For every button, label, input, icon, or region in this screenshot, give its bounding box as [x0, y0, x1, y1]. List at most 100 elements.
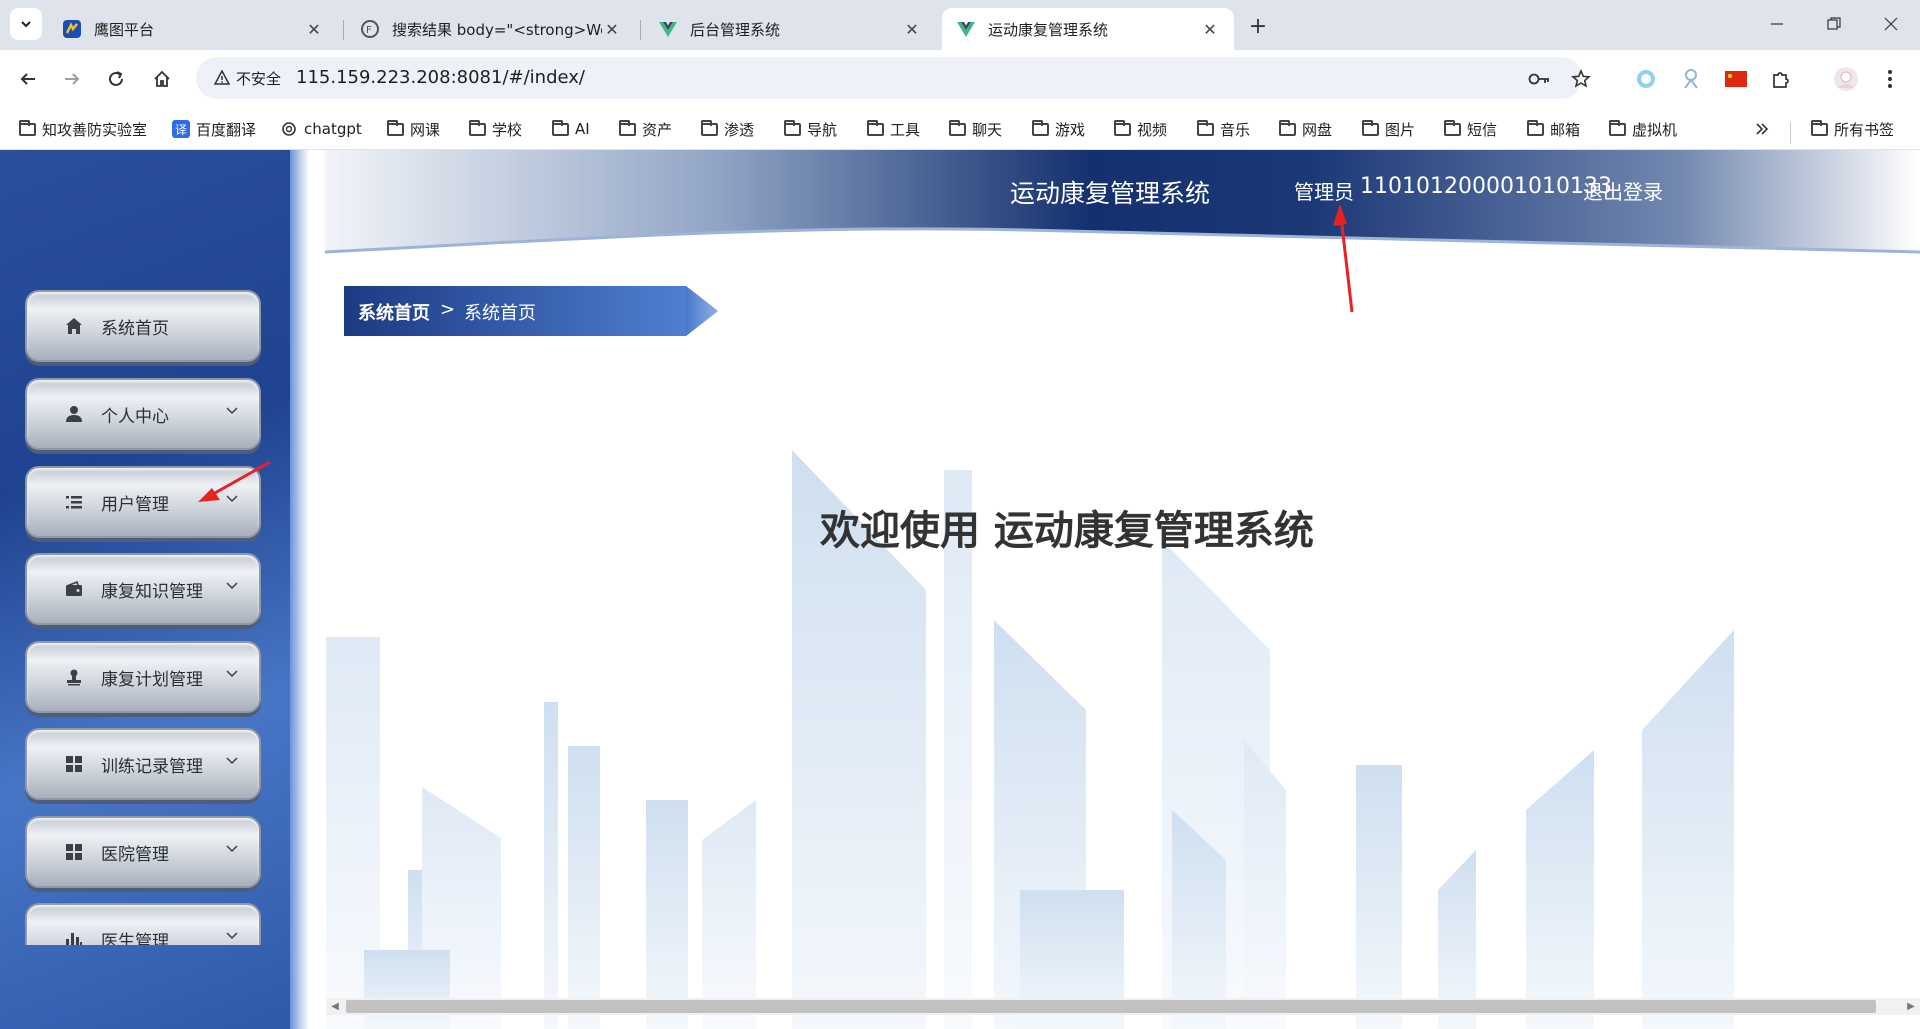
- vue-icon: [658, 19, 678, 39]
- menu-item-doctor-management[interactable]: 医生管理: [25, 903, 261, 945]
- chevron-down-icon: [226, 407, 238, 415]
- bookmark-label: 视频: [1137, 120, 1168, 139]
- bookmark-label: 百度翻译: [196, 120, 257, 139]
- site-info-button[interactable]: 不安全: [206, 63, 289, 93]
- folder-icon: [948, 119, 966, 138]
- more-menu-icon[interactable]: [1876, 65, 1904, 93]
- close-icon[interactable]: ✕: [602, 19, 622, 39]
- folder-icon: [18, 119, 36, 138]
- close-icon[interactable]: ✕: [902, 19, 922, 39]
- menu-item-personal-center[interactable]: 个人中心: [25, 378, 261, 450]
- close-icon[interactable]: ✕: [304, 19, 324, 39]
- bookmark-item[interactable]: 游戏: [1031, 116, 1085, 142]
- home-icon: [154, 70, 170, 87]
- bookmark-item[interactable]: 图片: [1361, 116, 1415, 142]
- minimize-icon: [1771, 23, 1783, 25]
- close-window-button[interactable]: [1866, 8, 1916, 40]
- bookmark-item[interactable]: 导航: [783, 116, 837, 142]
- scroll-right-icon[interactable]: ▶: [1902, 998, 1920, 1015]
- bookmark-label: 资产: [642, 120, 673, 139]
- bookmark-label: chatgpt: [304, 120, 362, 138]
- tab-title: 后台管理系统: [690, 20, 781, 39]
- bookmark-item[interactable]: 虚拟机: [1608, 116, 1677, 142]
- star-icon[interactable]: [1570, 68, 1592, 90]
- bookmark-item[interactable]: 工具: [866, 116, 920, 142]
- tab-hunter[interactable]: 鹰图平台 ✕: [48, 8, 338, 50]
- home-button[interactable]: [144, 61, 180, 97]
- bookmark-item[interactable]: 译百度翻译: [172, 116, 256, 142]
- chevron-down-icon: [226, 845, 238, 853]
- tab-fofa[interactable]: F 搜索结果 body="<strong>Welcome to ✕: [346, 8, 636, 50]
- close-icon[interactable]: ✕: [1200, 19, 1220, 39]
- bookmark-item[interactable]: 短信: [1443, 116, 1497, 142]
- bookmark-label: 聊天: [972, 120, 1003, 139]
- arrow-left-icon: [20, 73, 35, 85]
- bookmark-item[interactable]: 音乐: [1196, 116, 1250, 142]
- china-flag-icon[interactable]: [1722, 65, 1750, 93]
- bookmark-item[interactable]: 聊天: [948, 116, 1002, 142]
- bookmark-label: 渗透: [724, 120, 755, 139]
- folder-icon: [1526, 119, 1544, 138]
- chevron-down-icon: [226, 582, 238, 590]
- folder-icon: [700, 119, 718, 138]
- key-icon[interactable]: [1528, 68, 1550, 90]
- bookmark-item[interactable]: 网盘: [1278, 116, 1332, 142]
- url-text[interactable]: 115.159.223.208:8081/#/index/: [296, 67, 585, 88]
- bookmark-item[interactable]: 资产: [618, 116, 672, 142]
- svg-text:F: F: [366, 25, 372, 36]
- tab-search-button[interactable]: [10, 8, 42, 40]
- breadcrumb-current: 系统首页: [464, 303, 536, 324]
- bookmark-label: 网课: [410, 120, 441, 139]
- puzzle-icon[interactable]: [1767, 65, 1795, 93]
- welcome-heading: 欢迎使用 运动康复管理系统: [820, 508, 1314, 554]
- bookmark-item[interactable]: 邮箱: [1526, 116, 1580, 142]
- extension-robot-icon[interactable]: [1677, 65, 1705, 93]
- new-tab-button[interactable]: +: [1244, 12, 1272, 40]
- page-content: 运动康复管理系统 管理员 110101200001010133 退出登录 系统首…: [0, 150, 1920, 1029]
- bookmark-item[interactable]: 网课: [386, 116, 440, 142]
- address-bar[interactable]: 不安全 115.159.223.208:8081/#/index/: [196, 57, 1591, 99]
- minimize-button[interactable]: [1752, 8, 1802, 40]
- menu-item-user-management[interactable]: 用户管理: [25, 466, 261, 538]
- bookmarks-overflow-button[interactable]: [1754, 116, 1770, 142]
- bookmark-item[interactable]: 视频: [1113, 116, 1167, 142]
- tab-title: 搜索结果 body="<strong>Welcome to: [392, 20, 602, 39]
- bookmark-item[interactable]: chatgpt: [280, 116, 362, 142]
- folder-icon: [468, 119, 486, 138]
- menu-item-home[interactable]: 系统首页: [25, 290, 261, 362]
- tab-admin[interactable]: 后台管理系统 ✕: [644, 8, 936, 50]
- logout-button[interactable]: 退出登录: [1583, 176, 1663, 205]
- fofa-icon: F: [360, 19, 380, 39]
- breadcrumb-separator: >: [440, 299, 456, 320]
- back-button[interactable]: [10, 61, 46, 97]
- menu-item-training-records[interactable]: 训练记录管理: [25, 728, 261, 800]
- horizontal-scrollbar[interactable]: ◀ ▶: [326, 998, 1920, 1015]
- folder-icon: [551, 119, 569, 138]
- bookmark-item[interactable]: 渗透: [700, 116, 754, 142]
- bookmark-item[interactable]: 知攻善防实验室: [18, 116, 147, 142]
- profile-avatar[interactable]: [1832, 65, 1860, 93]
- all-bookmarks-button[interactable]: 所有书签: [1810, 116, 1894, 142]
- restore-icon: [1827, 17, 1841, 30]
- breadcrumb-home-link[interactable]: 系统首页: [358, 299, 430, 325]
- menu-item-hospital-management[interactable]: 医院管理: [25, 816, 261, 888]
- extension-circle-icon[interactable]: [1632, 65, 1660, 93]
- restore-button[interactable]: [1809, 8, 1859, 40]
- person-icon: [63, 403, 85, 425]
- forward-button[interactable]: [54, 61, 90, 97]
- tab-rehab-active[interactable]: 运动康复管理系统 ✕: [942, 8, 1234, 50]
- bookmark-item[interactable]: AI: [551, 116, 590, 142]
- chevron-down-icon: [226, 757, 238, 765]
- reload-button[interactable]: [98, 61, 134, 97]
- bookmark-label: 图片: [1385, 120, 1416, 139]
- chevron-down-icon: [226, 932, 238, 940]
- folder-icon: [1278, 119, 1296, 138]
- bookmark-label: 音乐: [1220, 120, 1251, 139]
- scrollbar-thumb[interactable]: [346, 1000, 1876, 1013]
- tab-title: 鹰图平台: [94, 20, 155, 39]
- bookmark-item[interactable]: 学校: [468, 116, 522, 142]
- scroll-left-icon[interactable]: ◀: [326, 998, 344, 1015]
- bar-chart-icon: [63, 928, 85, 945]
- menu-item-knowledge-management[interactable]: 康复知识管理: [25, 553, 261, 625]
- menu-item-plan-management[interactable]: 康复计划管理: [25, 641, 261, 713]
